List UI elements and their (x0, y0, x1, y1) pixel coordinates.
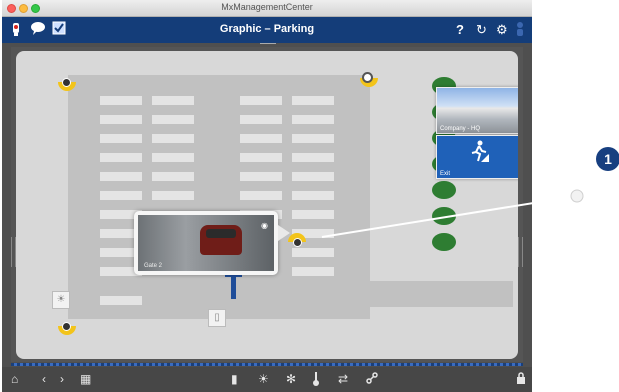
callout-overlay (321, 189, 584, 238)
callout-line (321, 195, 578, 238)
callout-anchor (570, 189, 584, 203)
callout-badge: 1 (596, 147, 619, 171)
